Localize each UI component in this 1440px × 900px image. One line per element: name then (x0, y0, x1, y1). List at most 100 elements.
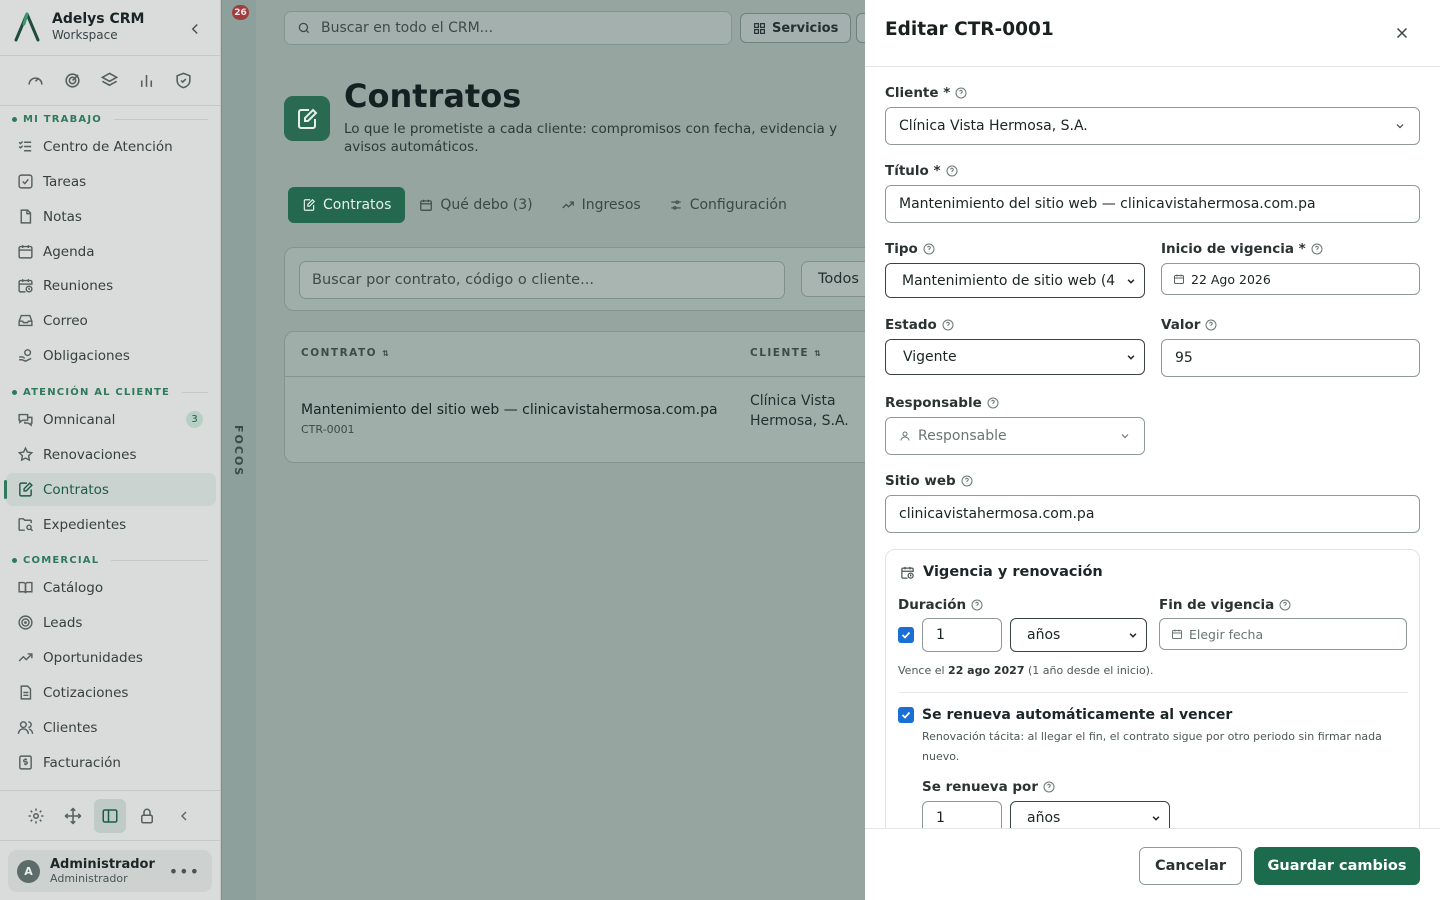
renew-by-unit-value: años (1027, 810, 1061, 826)
tab-configuracion[interactable]: Configuración (655, 187, 801, 223)
help-icon[interactable] (946, 165, 958, 177)
tab-ingresos[interactable]: Ingresos (547, 187, 655, 223)
cliente-select[interactable]: Clínica Vista Hermosa, S.A. (885, 107, 1420, 145)
sidebar-item-tareas[interactable]: Tareas (6, 165, 216, 198)
responsable-select[interactable]: Responsable (885, 417, 1145, 455)
close-icon[interactable] (1393, 24, 1411, 42)
folder-search-icon (17, 516, 34, 533)
chevron-left-icon[interactable] (186, 20, 204, 38)
help-icon[interactable] (1311, 243, 1323, 255)
sidebar-item-omnicanal[interactable]: Omnicanal 3 (6, 403, 216, 436)
sidebar-item-catalogo[interactable]: Catálogo (6, 571, 216, 604)
target-arrow-icon[interactable] (63, 71, 82, 90)
help-icon[interactable] (1205, 319, 1217, 331)
contract-icon (302, 198, 316, 212)
help-icon[interactable] (971, 599, 983, 611)
move-icon[interactable] (57, 799, 89, 833)
sidebar-item-leads[interactable]: Leads (6, 606, 216, 639)
gauge-icon[interactable] (26, 71, 45, 90)
help-icon[interactable] (987, 397, 999, 409)
contract-search-input[interactable]: Buscar por contrato, código o cliente... (299, 261, 785, 299)
chevron-down-icon (1151, 813, 1161, 823)
shield-check-icon[interactable] (174, 71, 193, 90)
tab-que-debo[interactable]: Qué debo (3) (405, 187, 546, 223)
settings-icon[interactable] (20, 799, 52, 833)
tab-contratos[interactable]: Contratos (288, 187, 406, 223)
sidebar-item-oportunidades[interactable]: Oportunidades (6, 641, 216, 674)
help-icon[interactable] (1279, 599, 1291, 611)
column-header-cliente[interactable]: CLIENTE ⇅ (750, 347, 822, 359)
sidebar-item-cotizaciones[interactable]: Cotizaciones (6, 676, 216, 709)
sidebar-item-label: Correo (43, 312, 88, 329)
target-icon (17, 614, 34, 631)
sidebar-item-facturacion[interactable]: Facturación (6, 746, 216, 779)
fin-date-input[interactable]: Elegir fecha (1159, 618, 1407, 650)
duracion-input[interactable]: 1 (922, 618, 1002, 652)
renew-by-value: 1 (936, 810, 945, 826)
duracion-unit-select[interactable]: años (1010, 618, 1147, 652)
more-icon[interactable]: ••• (169, 862, 200, 881)
help-icon[interactable] (955, 87, 967, 99)
column-header-contrato[interactable]: CONTRATO ⇅ (301, 347, 390, 359)
sidebar-item-expedientes[interactable]: Expedientes (6, 508, 216, 541)
sitio-value: clinicavistahermosa.com.pa (899, 506, 1095, 522)
page-title: Contratos (344, 77, 522, 115)
tab-label: Configuración (689, 197, 787, 213)
global-search-input[interactable]: Buscar en todo el CRM... (284, 11, 732, 45)
lock-icon[interactable] (131, 799, 163, 833)
vence-note: Vence el 22 ago 2027 (1 año desde el ini… (898, 664, 1154, 677)
cliente-value: Clínica Vista Hermosa, S.A. (899, 118, 1088, 134)
fin-placeholder: Elegir fecha (1189, 626, 1264, 642)
sidebar-item-renovaciones[interactable]: Renovaciones (6, 438, 216, 471)
sidebar-item-correo[interactable]: Correo (6, 304, 216, 337)
section-atencion: ATENCIÓN AL CLIENTE (12, 387, 208, 398)
duracion-unit-value: años (1027, 627, 1061, 643)
duracion-value: 1 (936, 627, 945, 643)
help-icon[interactable] (942, 319, 954, 331)
auto-renew-checkbox[interactable] (898, 707, 914, 723)
sitio-input[interactable]: clinicavistahermosa.com.pa (885, 495, 1420, 533)
sidebar-item-contratos[interactable]: Contratos (4, 473, 216, 506)
sidebar-item-label: Contratos (43, 481, 109, 498)
panel-icon[interactable] (94, 799, 126, 833)
help-icon[interactable] (961, 475, 973, 487)
workspace-name: Workspace (52, 27, 118, 42)
notification-badge[interactable]: 26 (232, 5, 249, 20)
help-icon[interactable] (1043, 781, 1055, 793)
save-button[interactable]: Guardar cambios (1254, 847, 1420, 885)
status-filter-value: Todos (818, 271, 859, 287)
brand[interactable]: Adelys CRM Workspace (12, 10, 144, 42)
search-placeholder: Buscar por contrato, código o cliente... (312, 272, 594, 288)
user-icon (899, 430, 911, 442)
quick-actions (26, 71, 193, 90)
focos-panel[interactable]: 26 FOCOS (221, 0, 256, 900)
user-menu[interactable]: A Administrador Administrador ••• (8, 850, 212, 892)
chevron-down-icon (1128, 630, 1138, 640)
titulo-input[interactable]: Mantenimiento del sitio web — clinicavis… (885, 185, 1420, 223)
sidebar-item-obligaciones[interactable]: Obligaciones (6, 339, 216, 372)
sidebar-item-clientes[interactable]: Clientes (6, 711, 216, 744)
calendar-clock-icon (900, 565, 915, 580)
sidebar-item-reuniones[interactable]: Reuniones (6, 269, 216, 302)
estado-select[interactable]: Vigente (885, 339, 1145, 375)
tipo-select[interactable]: Mantenimiento de sitio web (4 (885, 263, 1145, 298)
layers-icon[interactable] (100, 71, 119, 90)
sidebar-item-centro-atencion[interactable]: Centro de Atención (6, 130, 216, 163)
collapse-icon[interactable] (168, 799, 200, 833)
valor-label: Valor (1161, 317, 1217, 333)
bar-chart-icon[interactable] (137, 71, 156, 90)
titulo-value: Mantenimiento del sitio web — clinicavis… (899, 196, 1316, 212)
inicio-date-input[interactable]: 22 Ago 2026 (1161, 263, 1420, 295)
services-button[interactable]: Servicios (740, 13, 852, 43)
valor-input[interactable]: 95 (1161, 339, 1420, 377)
cancel-button[interactable]: Cancelar (1139, 847, 1242, 885)
book-icon (17, 579, 34, 596)
sidebar-item-notas[interactable]: Notas (6, 200, 216, 233)
hand-coins-icon (17, 347, 34, 364)
sidebar-item-agenda[interactable]: Agenda (6, 235, 216, 268)
calendar-clock-icon (419, 198, 433, 212)
help-icon[interactable] (923, 243, 935, 255)
edit-drawer: Editar CTR-0001 Cliente * Clínica Vista … (865, 0, 1440, 900)
duracion-checkbox[interactable] (898, 627, 914, 643)
users-icon (17, 719, 34, 736)
